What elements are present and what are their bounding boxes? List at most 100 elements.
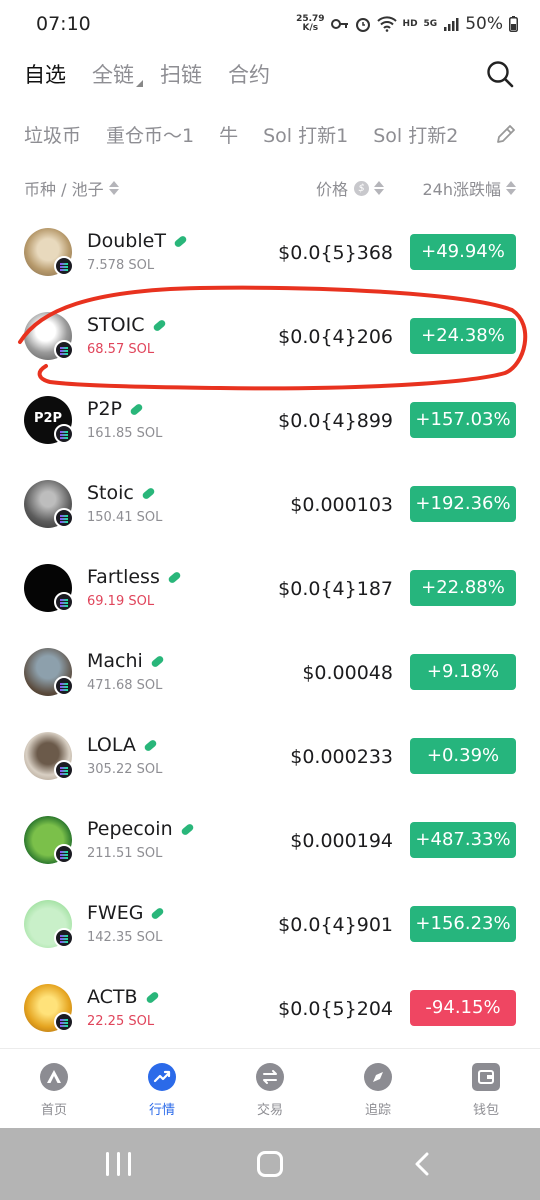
token-row[interactable]: STOIC 68.57 SOL $0.0{4}206 +24.38% xyxy=(0,294,540,378)
change-24h-badge[interactable]: +157.03% xyxy=(410,402,516,438)
change-24h-badge[interactable]: +487.33% xyxy=(410,822,516,858)
token-price: $0.00048 xyxy=(302,662,393,684)
token-row[interactable]: P2P P2P 161.85 SOL $0.0{4}899 +157.03% xyxy=(0,378,540,462)
hd-label: HD xyxy=(402,19,418,29)
token-row[interactable]: Stoic 150.41 SOL $0.000103 +192.36% xyxy=(0,462,540,546)
token-name: Pepecoin xyxy=(87,818,173,840)
token-list: DoubleT 7.578 SOL $0.0{5}368 +49.94% STO… xyxy=(0,210,540,1050)
battery-icon xyxy=(509,16,518,32)
change-24h-badge[interactable]: -94.15% xyxy=(410,990,516,1026)
top-tab-bar: 自选 全链 扫链 合约 xyxy=(0,52,540,96)
token-row[interactable]: Machi 471.68 SOL $0.00048 +9.18% xyxy=(0,630,540,714)
token-price: $0.0{4}187 xyxy=(278,578,393,600)
network-speed: 25.79 K/s xyxy=(296,14,325,33)
token-row[interactable]: FWEG 142.35 SOL $0.0{4}901 +156.23% xyxy=(0,882,540,966)
pool-liquidity: 68.57 SOL xyxy=(87,342,155,357)
token-price: $0.000103 xyxy=(290,494,393,516)
solana-chain-icon xyxy=(54,760,74,780)
group-tab-sol-launch-2[interactable]: Sol 打新2 xyxy=(373,121,458,148)
tab-scan-chain[interactable]: 扫链 xyxy=(160,59,202,89)
token-row[interactable]: Fartless 69.19 SOL $0.0{4}187 +22.88% xyxy=(0,546,540,630)
token-row[interactable]: Pepecoin 211.51 SOL $0.000194 +487.33% xyxy=(0,798,540,882)
solana-chain-icon xyxy=(54,508,74,528)
token-price: $0.0{4}899 xyxy=(278,410,393,432)
search-icon[interactable] xyxy=(484,58,516,90)
sort-by-price[interactable]: 价格 $ xyxy=(316,176,385,200)
nav-home[interactable]: 首页 xyxy=(0,1049,108,1129)
sort-by-24h-change[interactable]: 24h涨跌幅 xyxy=(422,176,516,200)
sort-by-coin-pool[interactable]: 币种 / 池子 xyxy=(24,176,119,200)
change-24h-badge[interactable]: +49.94% xyxy=(410,234,516,270)
recent-apps-icon[interactable] xyxy=(106,1152,132,1176)
solana-chain-icon xyxy=(54,340,74,360)
pill-icon xyxy=(143,738,158,752)
token-row[interactable]: ACTB 22.25 SOL $0.0{5}204 -94.15% xyxy=(0,966,540,1050)
group-tab-sol-launch-1[interactable]: Sol 打新1 xyxy=(263,121,348,148)
token-name: DoubleT xyxy=(87,230,166,252)
column-coin-pool-label: 币种 / 池子 xyxy=(24,180,104,199)
solana-chain-icon xyxy=(54,256,74,276)
currency-dollar-icon[interactable]: $ xyxy=(354,180,370,196)
token-price: $0.000194 xyxy=(290,830,393,852)
token-name-line: P2P xyxy=(87,398,144,420)
pool-liquidity: 7.578 SOL xyxy=(87,258,155,273)
key-icon xyxy=(330,19,348,29)
token-name: P2P xyxy=(87,398,123,420)
token-name-line: ACTB xyxy=(87,986,160,1008)
tab-contracts[interactable]: 合约 xyxy=(228,59,270,89)
token-price: $0.0{5}368 xyxy=(278,242,393,264)
battery-percent: 50% xyxy=(465,14,503,34)
dropdown-corner-icon xyxy=(136,80,143,87)
pool-liquidity: 142.35 SOL xyxy=(87,930,163,945)
network-type: 5G xyxy=(423,19,438,29)
back-icon[interactable] xyxy=(411,1152,433,1176)
nav-trade[interactable]: 交易 xyxy=(216,1049,324,1129)
token-name: STOIC xyxy=(87,314,145,336)
column-price-label: 价格 xyxy=(316,180,349,199)
wifi-icon xyxy=(376,16,397,32)
nav-market[interactable]: 行情 xyxy=(108,1049,216,1129)
token-price: $0.000233 xyxy=(290,746,393,768)
column-header-row: 币种 / 池子 价格 $ 24h涨跌幅 xyxy=(0,172,540,202)
tab-favorites[interactable]: 自选 xyxy=(24,59,66,89)
pool-liquidity: 305.22 SOL xyxy=(87,762,163,777)
group-tab-bull[interactable]: 牛 xyxy=(219,121,238,148)
nav-track[interactable]: 追踪 xyxy=(324,1049,432,1129)
home-button-icon[interactable] xyxy=(257,1151,283,1177)
token-row[interactable]: DoubleT 7.578 SOL $0.0{5}368 +49.94% xyxy=(0,210,540,294)
edit-pencil-icon[interactable] xyxy=(494,122,518,146)
change-24h-badge[interactable]: +0.39% xyxy=(410,738,516,774)
token-name-line: Pepecoin xyxy=(87,818,195,840)
tab-all-chains[interactable]: 全链 xyxy=(92,59,143,89)
group-tab-junk-coins[interactable]: 垃圾币 xyxy=(24,121,81,148)
pill-icon xyxy=(150,654,165,668)
group-tab-heavy-position[interactable]: 重仓币～1 xyxy=(106,121,194,148)
token-name-line: Fartless xyxy=(87,566,182,588)
bottom-nav: 首页 行情 交易 追踪 钱包 xyxy=(0,1048,540,1128)
change-24h-badge[interactable]: +9.18% xyxy=(410,654,516,690)
token-name-line: LOLA xyxy=(87,734,158,756)
change-24h-badge[interactable]: +22.88% xyxy=(410,570,516,606)
swap-icon xyxy=(256,1063,284,1091)
status-icons: 25.79 K/s HD 5G 50% xyxy=(296,14,518,34)
pool-liquidity: 161.85 SOL xyxy=(87,426,163,441)
nav-wallet[interactable]: 钱包 xyxy=(432,1049,540,1129)
token-name: ACTB xyxy=(87,986,138,1008)
change-24h-badge[interactable]: +192.36% xyxy=(410,486,516,522)
compass-icon xyxy=(364,1063,392,1091)
pill-icon xyxy=(141,486,156,500)
token-name-line: DoubleT xyxy=(87,230,188,252)
token-name-line: STOIC xyxy=(87,314,167,336)
token-name-line: Machi xyxy=(87,650,165,672)
pill-icon xyxy=(179,822,195,836)
change-24h-badge[interactable]: +24.38% xyxy=(410,318,516,354)
pool-liquidity: 69.19 SOL xyxy=(87,594,155,609)
token-row[interactable]: LOLA 305.22 SOL $0.000233 +0.39% xyxy=(0,714,540,798)
market-chart-icon xyxy=(148,1063,176,1091)
token-name: Machi xyxy=(87,650,143,672)
wallet-icon xyxy=(472,1063,500,1091)
watchlist-group-tabs: 垃圾币 重仓币～1 牛 Sol 打新1 Sol 打新2 xyxy=(0,114,540,154)
token-price: $0.0{5}204 xyxy=(278,998,393,1020)
pill-icon xyxy=(150,906,166,920)
change-24h-badge[interactable]: +156.23% xyxy=(410,906,516,942)
